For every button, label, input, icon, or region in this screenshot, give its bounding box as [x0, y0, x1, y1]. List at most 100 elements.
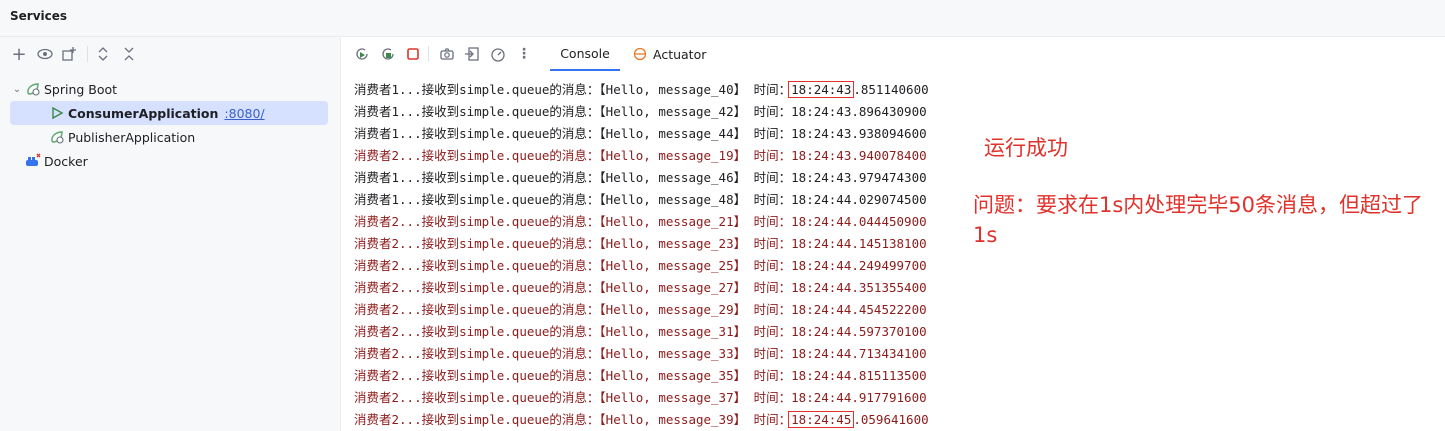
tree-item-publisher-application[interactable]: PublisherApplication — [10, 125, 330, 149]
tab-actuator[interactable]: Actuator — [633, 37, 713, 71]
tab-console[interactable]: Console — [550, 37, 620, 71]
expand-all-button[interactable] — [92, 43, 114, 65]
timestamp: 18:24:44 — [791, 346, 852, 361]
more-actions-button[interactable]: ⋮ — [513, 43, 535, 65]
consumer-name: 消费者2 — [354, 346, 400, 361]
stop-icon — [407, 48, 419, 60]
time-label: 时间： — [746, 346, 792, 361]
message-text: 【Hello, message_31】 — [599, 324, 747, 339]
tree-item-spring-boot[interactable]: ⌄ Spring Boot — [10, 77, 330, 101]
consumer-name: 消费者2 — [354, 214, 400, 229]
message-text: 【Hello, message_48】 — [599, 192, 747, 207]
console-line: 消费者2...接收到simple.queue的消息：【Hello, messag… — [354, 233, 927, 255]
timestamp-fraction: .145138100 — [851, 236, 927, 251]
received-text: ...接收到simple.queue的消息： — [399, 126, 600, 141]
chevron-down-icon[interactable]: ⌄ — [10, 84, 24, 95]
message-text: 【Hello, message_21】 — [599, 214, 747, 229]
panel-title: Services — [10, 9, 68, 23]
services-toolbar: + — [0, 37, 340, 71]
services-header: Services — [0, 0, 1445, 37]
run-output-pane: ⋮ Console Actuator 消费者1...接收到simple.queu… — [341, 37, 1445, 431]
message-text: 【Hello, message_29】 — [599, 302, 747, 317]
tree-item-docker[interactable]: Docker — [10, 149, 330, 173]
consumer-name: 消费者1 — [354, 104, 400, 119]
consumer-name: 消费者2 — [354, 368, 400, 383]
console-line: 消费者2...接收到simple.queue的消息：【Hello, messag… — [354, 321, 927, 343]
received-text: ...接收到simple.queue的消息： — [399, 192, 600, 207]
time-label: 时间： — [746, 214, 792, 229]
time-label: 时间： — [746, 82, 792, 97]
message-text: 【Hello, message_40】 — [599, 82, 747, 97]
console-line: 消费者1...接收到simple.queue的消息：【Hello, messag… — [354, 189, 927, 211]
console-line: 消费者2...接收到simple.queue的消息：【Hello, messag… — [354, 343, 927, 365]
consumer-name: 消费者2 — [354, 258, 400, 273]
time-label: 时间： — [746, 126, 792, 141]
received-text: ...接收到simple.queue的消息： — [399, 368, 600, 383]
stop-button[interactable] — [402, 43, 424, 65]
console-output[interactable]: 消费者1...接收到simple.queue的消息：【Hello, messag… — [354, 79, 1444, 431]
console-line: 消费者1...接收到simple.queue的消息：【Hello, messag… — [354, 79, 929, 101]
time-label: 时间： — [746, 412, 792, 427]
tree-item-label: PublisherApplication — [68, 129, 196, 145]
docker-icon — [24, 152, 42, 170]
timestamp: 18:24:44 — [791, 258, 852, 273]
timestamp-fraction: .029074500 — [851, 192, 927, 207]
message-text: 【Hello, message_42】 — [599, 104, 747, 119]
screenshot-button[interactable] — [436, 43, 458, 65]
time-label: 时间： — [746, 236, 792, 251]
port-link[interactable]: :8080/ — [224, 106, 264, 121]
message-text: 【Hello, message_33】 — [599, 346, 747, 361]
spring-boot-icon — [24, 80, 42, 98]
received-text: ...接收到simple.queue的消息： — [399, 82, 600, 97]
attach-button[interactable] — [461, 43, 483, 65]
run-icon — [48, 104, 66, 122]
message-text: 【Hello, message_19】 — [599, 148, 747, 163]
console-line: 消费者2...接收到simple.queue的消息：【Hello, messag… — [354, 365, 927, 387]
message-text: 【Hello, message_27】 — [599, 280, 747, 295]
tree-item-consumer-application[interactable]: ConsumerApplication :8080/ — [10, 101, 328, 125]
console-line: 消费者2...接收到simple.queue的消息：【Hello, messag… — [354, 211, 927, 233]
time-label: 时间： — [746, 324, 792, 339]
tree-item-label: Docker — [44, 153, 88, 169]
services-tree-pane: + ⌄ Spring Boot ConsumerApplication:808… — [0, 37, 341, 431]
time-label: 时间： — [746, 302, 792, 317]
received-text: ...接收到simple.queue的消息： — [399, 104, 600, 119]
consumer-name: 消费者1 — [354, 82, 400, 97]
message-text: 【Hello, message_46】 — [599, 170, 747, 185]
timestamp: 18:24:43 — [791, 170, 852, 185]
time-label: 时间： — [746, 148, 792, 163]
received-text: ...接收到simple.queue的消息： — [399, 346, 600, 361]
message-text: 【Hello, message_39】 — [599, 412, 747, 427]
profiler-button[interactable] — [487, 43, 509, 65]
received-text: ...接收到simple.queue的消息： — [399, 412, 600, 427]
collapse-all-button[interactable] — [118, 43, 140, 65]
console-line: 消费者2...接收到simple.queue的消息：【Hello, messag… — [354, 409, 929, 431]
received-text: ...接收到simple.queue的消息： — [399, 280, 600, 295]
timestamp: 18:24:44 — [791, 192, 852, 207]
received-text: ...接收到simple.queue的消息： — [399, 170, 600, 185]
show-running-button[interactable] — [34, 43, 56, 65]
received-text: ...接收到simple.queue的消息： — [399, 214, 600, 229]
add-service-button[interactable]: + — [8, 43, 30, 65]
received-text: ...接收到simple.queue的消息： — [399, 324, 600, 339]
received-text: ...接收到simple.queue的消息： — [399, 148, 600, 163]
restart-button[interactable] — [377, 43, 399, 65]
timestamp-fraction: .713434100 — [851, 346, 927, 361]
timestamp-fraction: .351355400 — [851, 280, 927, 295]
console-line: 消费者2...接收到simple.queue的消息：【Hello, messag… — [354, 299, 927, 321]
rerun-button[interactable] — [351, 43, 373, 65]
camera-icon — [440, 48, 454, 60]
received-text: ...接收到simple.queue的消息： — [399, 390, 600, 405]
console-line: 消费者2...接收到simple.queue的消息：【Hello, messag… — [354, 255, 927, 277]
timestamp: 18:24:44 — [791, 280, 852, 295]
timestamp-fraction: .597370100 — [851, 324, 927, 339]
timestamp-fraction: .938094600 — [851, 126, 927, 141]
new-group-button[interactable] — [58, 43, 80, 65]
timestamp-fraction: .044450900 — [851, 214, 927, 229]
timestamp: 18:24:44 — [791, 324, 852, 339]
console-line: 消费者1...接收到simple.queue的消息：【Hello, messag… — [354, 123, 927, 145]
restart-icon — [382, 48, 394, 60]
eye-icon — [37, 48, 53, 60]
time-label: 时间： — [746, 390, 792, 405]
new-group-icon — [62, 47, 76, 61]
